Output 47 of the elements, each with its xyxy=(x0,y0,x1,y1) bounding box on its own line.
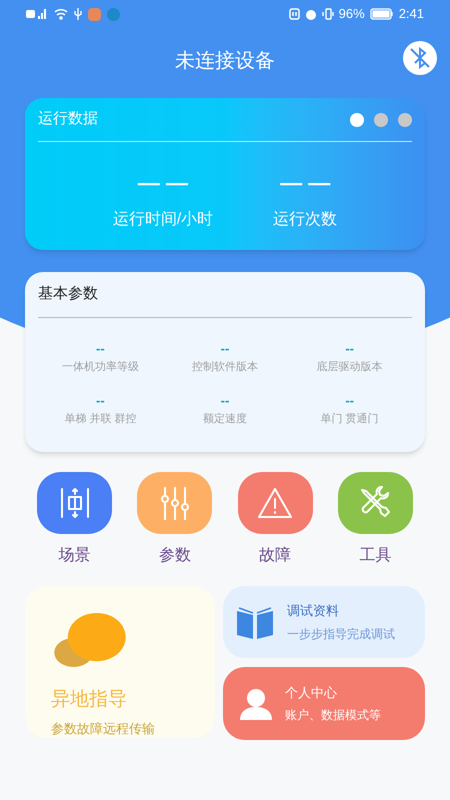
bluetooth-off-icon xyxy=(408,46,432,70)
shortcut-label: 故障 xyxy=(259,546,292,566)
battery-icon xyxy=(370,8,394,20)
nfc-icon xyxy=(288,8,300,20)
user-icon xyxy=(239,686,273,720)
debug-docs-card[interactable]: 调试资料 一步步指导完成调试 xyxy=(223,586,425,658)
param-value: -- xyxy=(220,342,230,355)
stat-value: — — xyxy=(280,172,330,194)
param-value: -- xyxy=(345,394,354,406)
tools-icon xyxy=(358,486,392,520)
card-subtitle: 账户、数据模式等 xyxy=(285,707,381,724)
vibrate-icon xyxy=(322,8,334,20)
param-label: 单门 贯通门 xyxy=(320,412,379,426)
shortcut-tile[interactable]: 参数 xyxy=(137,472,212,568)
warning-icon xyxy=(257,487,294,519)
battery-percent: 96% xyxy=(338,5,365,24)
shortcut-label: 场景 xyxy=(58,546,90,566)
shortcut-tile[interactable]: 故障 xyxy=(238,472,313,568)
param-label: 一体机功率等级 xyxy=(62,360,139,375)
card-title: 异地指导 xyxy=(51,688,127,712)
card-subtitle: 一步步指导完成调试 xyxy=(287,626,395,643)
page-title: 未连接设备 xyxy=(175,49,275,74)
param-label: 控制软件版本 xyxy=(192,360,258,375)
shortcut-label: 参数 xyxy=(158,546,191,566)
stat-label: 运行时间/小时 xyxy=(112,210,214,230)
card-title: 基本参数 xyxy=(38,284,98,304)
stat-value: — — xyxy=(138,172,188,194)
shortcut-tile[interactable]: 工具 xyxy=(338,472,413,568)
param-value: -- xyxy=(96,394,105,406)
wifi-icon xyxy=(54,8,68,20)
card-title: 运行数据 xyxy=(38,109,98,130)
param-label: 底层驱动版本 xyxy=(316,360,383,375)
usb-icon xyxy=(74,8,82,20)
param-value: -- xyxy=(96,342,105,355)
card-title: 个人中心 xyxy=(285,684,337,702)
shortcut-tile[interactable]: 场景 xyxy=(37,472,112,568)
clock-time: 2:41 xyxy=(398,5,424,24)
card-subtitle: 参数故障远程传输 xyxy=(51,720,155,738)
shortcut-label: 工具 xyxy=(359,546,392,566)
stat-label: 运行次数 xyxy=(273,210,338,230)
signal-icon xyxy=(26,8,48,20)
param-label: 单梯 并联 群控 xyxy=(64,412,136,426)
book-icon xyxy=(235,605,275,639)
param-value: -- xyxy=(220,394,230,406)
param-value: -- xyxy=(345,342,354,355)
card-title: 调试资料 xyxy=(287,602,339,620)
param-label: 额定速度 xyxy=(202,412,247,426)
